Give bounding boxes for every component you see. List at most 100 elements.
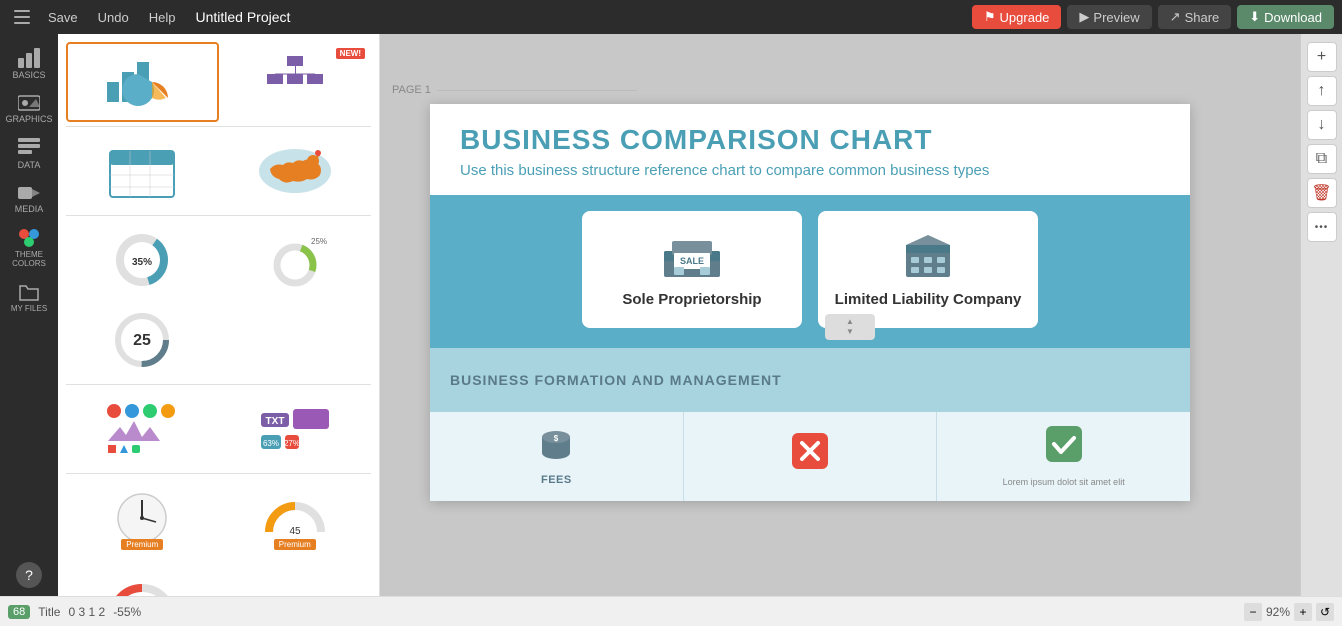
info-col-fees: $ FEES bbox=[430, 412, 684, 501]
info-title: BUSINESS COMPARISON CHART bbox=[460, 124, 1160, 156]
business-card-llc[interactable]: Limited Liability Company bbox=[818, 211, 1038, 328]
help-label: ? bbox=[25, 567, 33, 583]
help-button[interactable]: Help bbox=[141, 6, 184, 29]
llc-title: Limited Liability Company bbox=[835, 291, 1022, 308]
svg-text:25: 25 bbox=[133, 332, 151, 349]
zoom-minus-button[interactable]: − bbox=[1244, 603, 1262, 621]
svg-text:63%: 63% bbox=[263, 439, 279, 448]
delete-icon: 🗑 bbox=[1311, 183, 1331, 203]
svg-text:35%: 35% bbox=[132, 257, 152, 268]
zoom-rotate-button[interactable]: ↺ bbox=[1316, 603, 1334, 621]
sidebar-item-theme-colors[interactable]: THEMECOLORS bbox=[0, 222, 58, 274]
svg-text:45: 45 bbox=[289, 526, 301, 537]
template-item-donut-35[interactable]: 35% bbox=[66, 220, 219, 300]
info-col-2 bbox=[684, 412, 938, 501]
share-icon: ↗ bbox=[1170, 9, 1181, 25]
item-count-badge: 68 bbox=[8, 605, 30, 619]
svg-text:SALE: SALE bbox=[680, 256, 704, 266]
sidebar-label-graphics: GRAPHICS bbox=[5, 114, 52, 124]
undo-button[interactable]: Undo bbox=[90, 6, 137, 29]
premium-badge: Premium bbox=[121, 539, 163, 550]
template-item-shapes[interactable] bbox=[66, 389, 219, 469]
toolbar: Save Undo Help Untitled Project ⚑ Upgrad… bbox=[0, 0, 1342, 34]
info-col-3: Lorem ipsum dolot sit amet elit bbox=[937, 412, 1190, 501]
menu-button[interactable] bbox=[8, 6, 36, 28]
toolbar-right: ⚑ Upgrade ▶ Preview ↗ Share ⬇ Download bbox=[972, 5, 1334, 29]
sidebar-icons: BASICS GRAPHICS DATA MEDIA bbox=[0, 34, 58, 596]
download-label: Download bbox=[1264, 10, 1322, 25]
svg-text:TXT: TXT bbox=[265, 416, 284, 427]
zoom-plus-button[interactable]: + bbox=[1294, 603, 1312, 621]
copy-icon: ⧉ bbox=[1316, 150, 1327, 168]
business-card-sole-proprietorship[interactable]: SALE Sole Proprietorship bbox=[582, 211, 802, 328]
scroll-indicator[interactable]: ▲▼ bbox=[825, 314, 875, 340]
template-item-number-25[interactable]: 25 bbox=[66, 300, 219, 380]
x-icon bbox=[792, 433, 828, 476]
llc-icon bbox=[896, 231, 960, 281]
sidebar-label-basics: BASICS bbox=[12, 70, 45, 80]
page-count-display: 0 3 1 2 bbox=[68, 605, 105, 619]
page-label: PAGE 1 bbox=[392, 84, 637, 96]
template-item-clock[interactable]: Premium bbox=[66, 478, 219, 558]
info-cards-section: SALE Sole Proprietorship bbox=[430, 195, 1190, 348]
template-item-gauge-45[interactable]: 45 min Premium bbox=[219, 478, 372, 558]
sidebar-item-data[interactable]: DATA bbox=[0, 132, 58, 176]
left-panel: NEW! bbox=[58, 34, 380, 596]
more-icon: ••• bbox=[1315, 222, 1329, 233]
template-item-calendar[interactable] bbox=[66, 131, 219, 211]
sidebar-item-my-files[interactable]: MY FILES bbox=[0, 276, 58, 319]
download-button[interactable]: ⬇ Download bbox=[1237, 5, 1334, 29]
preview-label: Preview bbox=[1093, 10, 1139, 25]
fees-icon: $ bbox=[538, 427, 574, 470]
up-icon: ↑ bbox=[1318, 82, 1326, 100]
template-grid: NEW! bbox=[58, 34, 379, 596]
template-item-org-chart[interactable]: NEW! bbox=[219, 42, 372, 122]
info-bottom-row: $ FEES bbox=[430, 412, 1190, 501]
sidebar-item-graphics[interactable]: GRAPHICS bbox=[0, 88, 58, 130]
add-element-button[interactable]: + bbox=[1307, 42, 1337, 72]
move-down-button[interactable]: ↓ bbox=[1307, 110, 1337, 140]
template-item-text-bar[interactable]: TXT 63% 27% bbox=[219, 389, 372, 469]
infographic[interactable]: BUSINESS COMPARISON CHART Use this busin… bbox=[430, 104, 1190, 501]
copy-button[interactable]: ⧉ bbox=[1307, 144, 1337, 174]
upgrade-icon: ⚑ bbox=[984, 9, 996, 25]
sidebar-label-my-files: MY FILES bbox=[11, 304, 47, 313]
save-button[interactable]: Save bbox=[40, 6, 86, 29]
project-title: Untitled Project bbox=[187, 9, 298, 25]
sole-proprietorship-icon: SALE bbox=[660, 231, 724, 281]
share-button[interactable]: ↗ Share bbox=[1158, 5, 1232, 29]
download-icon: ⬇ bbox=[1249, 9, 1260, 25]
svg-text:$: $ bbox=[554, 434, 559, 443]
sole-proprietorship-title: Sole Proprietorship bbox=[622, 291, 761, 308]
info-header: BUSINESS COMPARISON CHART Use this busin… bbox=[430, 104, 1190, 195]
delete-button[interactable]: 🗑 bbox=[1307, 178, 1337, 208]
percentage-label: -55% bbox=[113, 605, 141, 619]
upgrade-button[interactable]: ⚑ Upgrade bbox=[972, 5, 1062, 29]
template-item-speedometer[interactable]: 50 Premium bbox=[66, 558, 219, 596]
sidebar-item-basics[interactable]: BASICS bbox=[0, 42, 58, 86]
info-subtitle: Use this business structure reference ch… bbox=[460, 162, 1160, 179]
more-options-button[interactable]: ••• bbox=[1307, 212, 1337, 242]
canvas-area: PAGE 1 BUSINESS COMPARISON CHART Use thi… bbox=[380, 34, 1300, 596]
zoom-percent-label: 92% bbox=[1266, 605, 1290, 619]
template-item-donut-25[interactable]: 25% bbox=[219, 220, 372, 300]
status-bar: 68 Title 0 3 1 2 -55% − 92% + ↺ bbox=[0, 596, 1342, 626]
preview-button[interactable]: ▶ Preview bbox=[1067, 5, 1151, 29]
move-up-button[interactable]: ↑ bbox=[1307, 76, 1337, 106]
sidebar-label-theme-colors: THEMECOLORS bbox=[12, 250, 46, 268]
sidebar-item-media[interactable]: MEDIA bbox=[0, 178, 58, 220]
template-item-chart-pie[interactable] bbox=[66, 42, 219, 122]
check-icon bbox=[1046, 426, 1082, 469]
section-arrow bbox=[1150, 360, 1170, 400]
sidebar-label-data: DATA bbox=[18, 160, 41, 170]
preview-icon: ▶ bbox=[1079, 9, 1089, 25]
section-header-text: BUSINESS FORMATION AND MANAGEMENT bbox=[450, 372, 782, 388]
svg-text:27%: 27% bbox=[284, 439, 300, 448]
main-area: BASICS GRAPHICS DATA MEDIA bbox=[0, 34, 1342, 596]
col-3-text: Lorem ipsum dolot sit amet elit bbox=[1003, 477, 1125, 487]
template-item-world-map[interactable] bbox=[219, 131, 372, 211]
divider-1 bbox=[66, 126, 371, 127]
down-icon: ↓ bbox=[1318, 116, 1326, 134]
page-number: PAGE 1 bbox=[392, 84, 431, 96]
help-circle-button[interactable]: ? bbox=[16, 562, 42, 588]
